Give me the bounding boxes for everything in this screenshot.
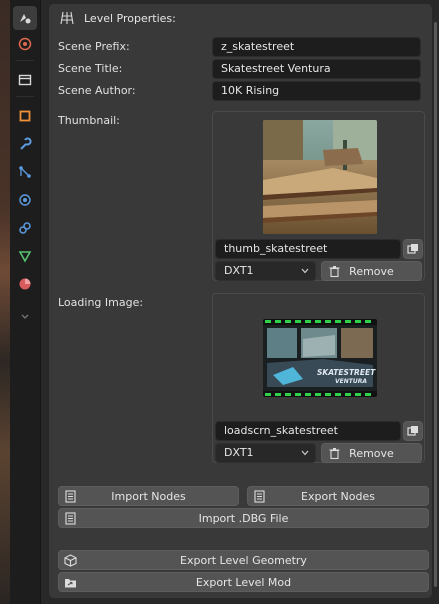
loading-logo-line2: VENTURA [335, 378, 367, 385]
loading-image-format-dropdown[interactable]: DXT1 [215, 443, 316, 463]
scene-title-label: Scene Title: [58, 62, 123, 75]
thumbnail-browse-button[interactable] [403, 239, 423, 259]
scene-prefix-label: Scene Prefix: [58, 40, 130, 53]
chevron-down-icon [301, 268, 309, 274]
properties-tab-bar [10, 0, 41, 604]
folder-export-icon [65, 579, 76, 588]
output-icon [18, 74, 32, 86]
scene-prefix-field[interactable]: z_skatestreet [212, 37, 421, 57]
tool-icon [20, 14, 31, 24]
thumbnail-format-dropdown[interactable]: DXT1 [215, 261, 316, 281]
export-mod-label: Export Level Mod [195, 575, 292, 589]
import-nodes-button[interactable]: Import Nodes [58, 486, 239, 506]
export-geometry-button[interactable]: Export Level Geometry [58, 550, 429, 570]
material-icon [19, 278, 31, 290]
import-nodes-label: Import Nodes [111, 489, 186, 503]
loading-image-name[interactable]: loadscrn_skatestreet [215, 421, 401, 441]
tab-tool[interactable] [13, 6, 37, 30]
level-properties-panel: Level Properties: Scene Prefix: z_skates… [49, 4, 432, 598]
tab-particles[interactable] [13, 160, 37, 184]
mesh-data-icon [18, 251, 32, 263]
loading-image-format-value: DXT1 [224, 446, 254, 459]
tab-data[interactable] [13, 244, 37, 268]
tab-separator [16, 60, 34, 61]
properties-editor: Level Properties: Scene Prefix: z_skates… [41, 0, 439, 604]
thumbnail-preview[interactable] [263, 120, 377, 234]
object-icon [19, 110, 31, 122]
thumbnail-box: thumb_skatestreet DXT1 Remove [212, 111, 425, 281]
thumbnail-label: Thumbnail: [58, 114, 120, 127]
grid-icon [60, 11, 74, 25]
copy-icon [407, 244, 418, 254]
scene-author-field[interactable]: 10K Rising [212, 81, 421, 101]
import-dbg-button[interactable]: Import .DBG File [58, 508, 429, 528]
document-icon [65, 490, 76, 503]
tab-modifiers[interactable] [13, 132, 37, 156]
tab-more[interactable] [13, 304, 37, 328]
loading-image-label: Loading Image: [58, 296, 144, 309]
render-icon [18, 37, 32, 51]
tab-constraints[interactable] [13, 216, 37, 240]
loading-image-browse-button[interactable] [403, 421, 423, 441]
tab-physics[interactable] [13, 188, 37, 212]
import-dbg-label: Import .DBG File [198, 511, 289, 525]
panel-title: Level Properties: [84, 11, 176, 25]
copy-icon [407, 426, 418, 436]
export-nodes-button[interactable]: Export Nodes [247, 486, 429, 506]
wrench-icon [20, 137, 32, 150]
remove-label: Remove [349, 264, 394, 278]
constraint-icon [19, 222, 31, 234]
export-nodes-label: Export Nodes [301, 489, 375, 503]
remove-label: Remove [349, 446, 394, 460]
export-geometry-label: Export Level Geometry [180, 553, 307, 567]
loading-image-box: SKATESTREET VENTURA loadscrn_skatestreet… [212, 293, 425, 463]
particles-icon [19, 166, 31, 178]
loading-image-remove-button[interactable]: Remove [321, 443, 422, 463]
panel-header[interactable]: Level Properties: [49, 4, 432, 32]
thumbnail-format-value: DXT1 [224, 264, 254, 277]
physics-icon [19, 194, 31, 206]
tab-output[interactable] [13, 68, 37, 92]
chevron-down-icon [21, 314, 29, 319]
trash-icon [329, 448, 340, 460]
export-mod-button[interactable]: Export Level Mod [58, 572, 429, 592]
chevron-down-icon [301, 450, 309, 456]
scene-title-field[interactable]: Skatestreet Ventura [212, 59, 421, 79]
loading-image-preview[interactable]: SKATESTREET VENTURA [263, 319, 377, 397]
scene-author-label: Scene Author: [58, 84, 136, 97]
trash-icon [329, 266, 340, 278]
loading-logo-line1: SKATESTREET [317, 368, 376, 377]
document-icon [65, 512, 76, 525]
viewport-edge [0, 0, 10, 604]
tab-material[interactable] [13, 272, 37, 296]
cube-icon [64, 554, 77, 567]
thumbnail-image-name[interactable]: thumb_skatestreet [215, 239, 401, 259]
tab-separator [16, 96, 34, 97]
thumbnail-remove-button[interactable]: Remove [321, 261, 422, 281]
tab-render[interactable] [13, 32, 37, 56]
tab-object[interactable] [13, 104, 37, 128]
document-icon [254, 490, 265, 503]
scrollbar[interactable] [434, 22, 437, 587]
